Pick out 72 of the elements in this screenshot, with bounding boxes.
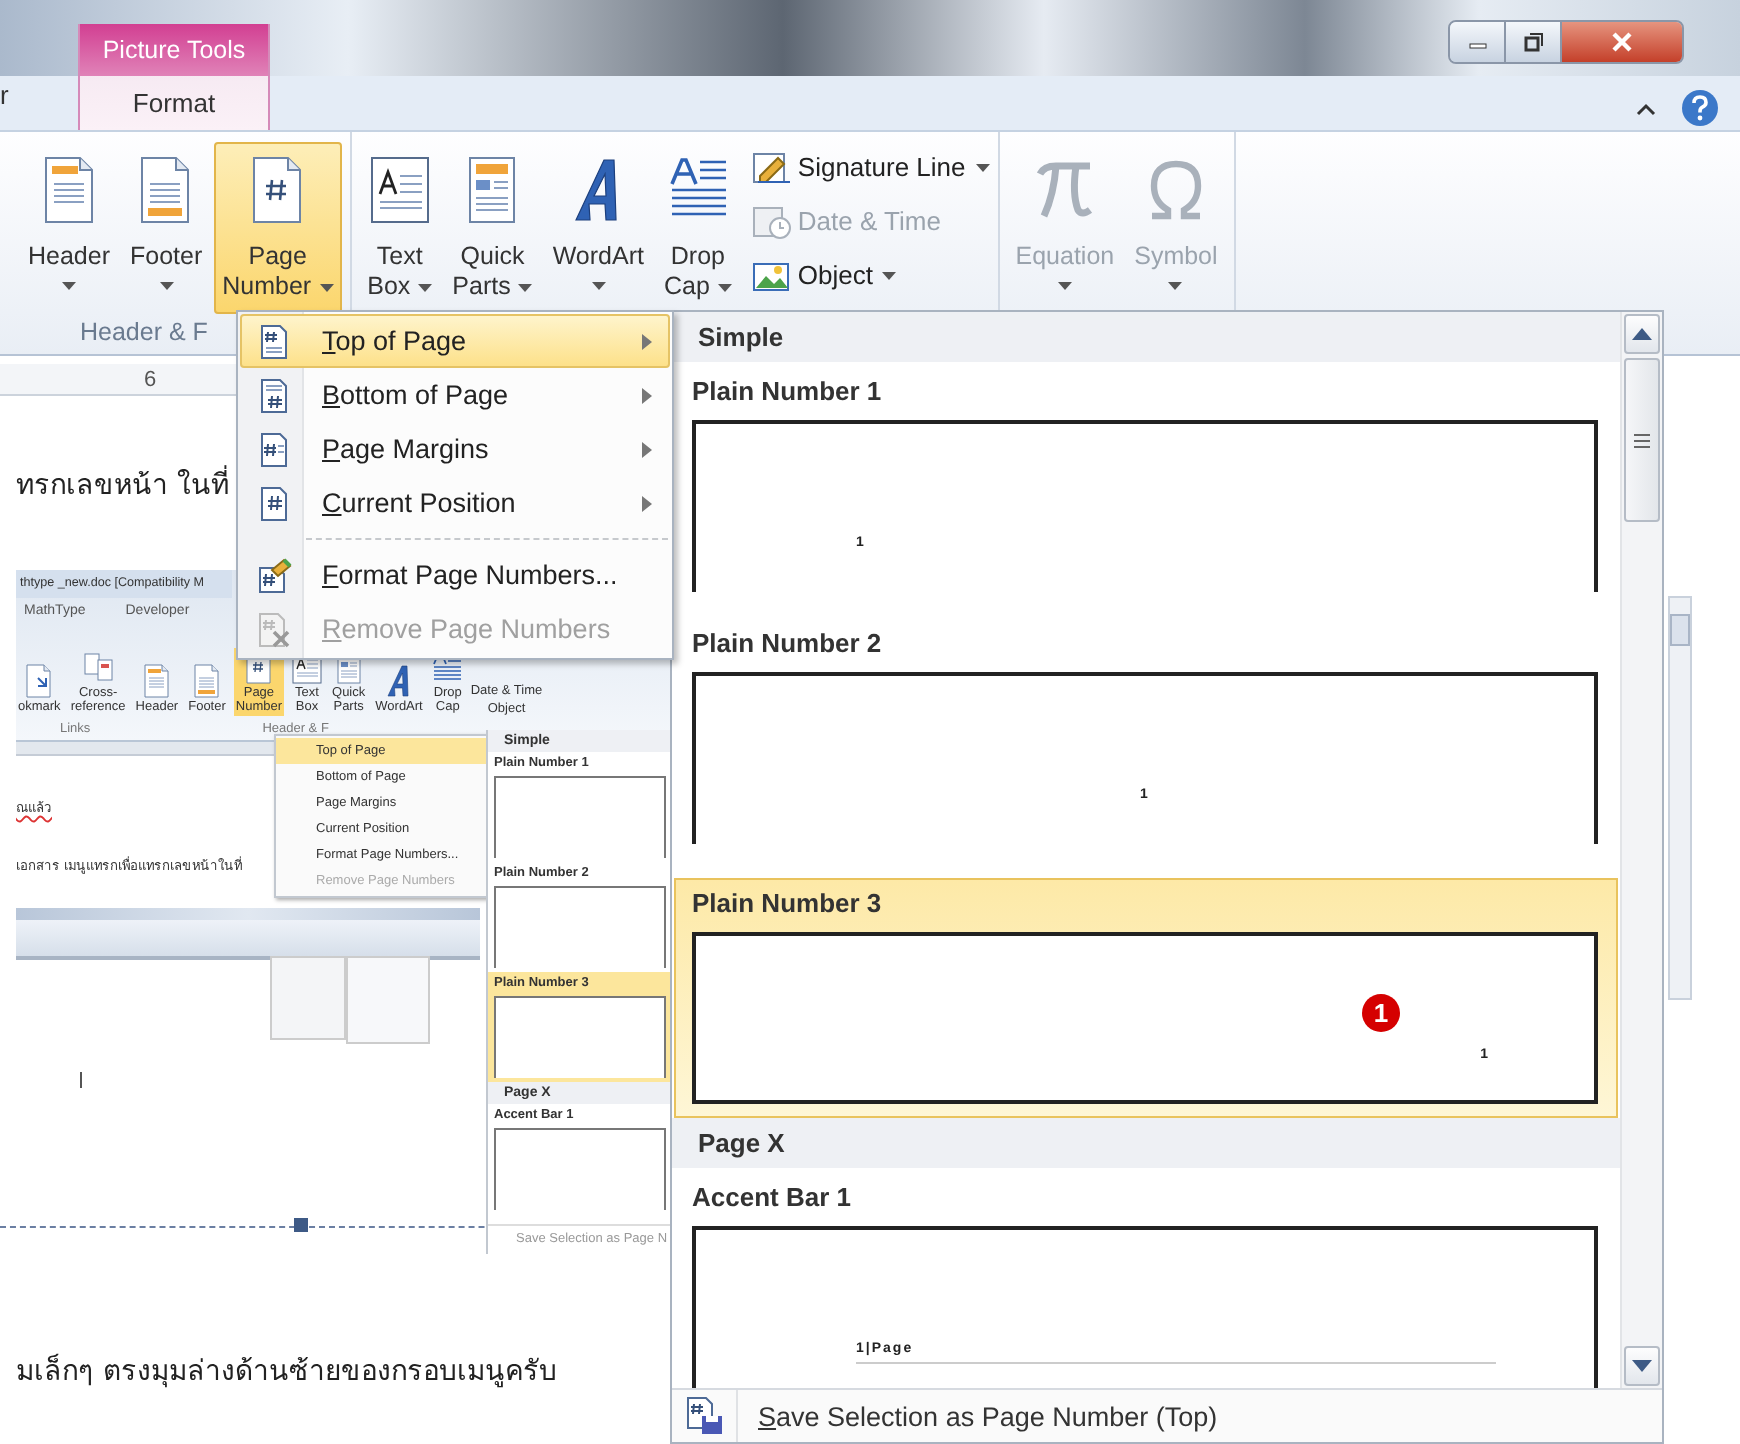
group-label: Header & F	[80, 318, 208, 347]
caret-icon	[518, 283, 533, 291]
menu-item[interactable]: Page Margins	[240, 422, 670, 476]
caret-icon	[1168, 282, 1183, 290]
scroll-up-button[interactable]	[1624, 314, 1660, 354]
menu-item[interactable]: Bottom of Page	[240, 368, 670, 422]
up-arrow-icon	[1632, 328, 1652, 340]
caret-icon	[882, 271, 897, 279]
format-page-number-icon	[256, 557, 292, 593]
calendar-clock-icon	[751, 203, 792, 239]
page-number-icon	[258, 377, 290, 413]
bookmark-icon	[24, 664, 55, 698]
menu-item[interactable]: Format Page Numbers...	[240, 548, 670, 602]
ribbon-button[interactable]: Signature Line	[751, 142, 990, 192]
collapse-ribbon-icon	[1636, 100, 1656, 116]
save-page-number-icon	[684, 1396, 724, 1436]
scrollbar[interactable]	[1668, 596, 1692, 1000]
page-number-icon	[258, 431, 290, 467]
caret-icon	[159, 282, 174, 290]
scroll-down-button[interactable]	[1624, 1346, 1660, 1386]
ribbon-button[interactable]: Object	[751, 250, 990, 300]
cross-reference-icon	[83, 650, 114, 684]
caret-icon	[717, 283, 732, 291]
restore-button[interactable]	[1506, 22, 1562, 62]
ruler: 6	[0, 364, 240, 396]
menu-item[interactable]: Top of Page	[240, 314, 670, 368]
scroll-thumb[interactable]	[1670, 614, 1690, 646]
section-heading: Simple	[672, 312, 1620, 362]
ribbon-button[interactable]: Text Box	[359, 142, 441, 314]
page-number-icon	[258, 323, 290, 359]
section-heading: Page X	[672, 1118, 1620, 1168]
text-cursor	[80, 1072, 82, 1088]
caret-icon	[319, 283, 334, 291]
restore-icon	[1523, 32, 1543, 52]
submenu-arrow-icon	[642, 387, 652, 403]
caret-icon	[591, 282, 606, 290]
close-icon	[1610, 32, 1634, 52]
step-marker: 1	[1362, 994, 1400, 1032]
ribbon-button[interactable]: Footer	[122, 142, 211, 314]
submenu-arrow-icon	[642, 441, 652, 457]
footer-page-icon	[192, 664, 222, 698]
ribbon-tab[interactable]: r	[0, 80, 36, 130]
page-number-icon	[258, 485, 290, 521]
menu-item[interactable]: Current Position	[240, 476, 670, 530]
submenu-arrow-icon	[642, 333, 652, 349]
ribbon-button[interactable]: WordArt	[544, 142, 652, 314]
grip-icon	[1634, 433, 1650, 447]
contextual-group-label: Picture Tools	[80, 24, 268, 76]
ribbon-button[interactable]: Drop Cap	[655, 142, 740, 314]
signature-pen-icon	[751, 149, 792, 185]
header-page-icon	[141, 664, 172, 698]
caret-icon	[1057, 282, 1072, 290]
down-arrow-icon	[1632, 1360, 1652, 1372]
scroll-thumb[interactable]	[1624, 358, 1660, 522]
omega-icon	[1145, 156, 1206, 224]
ribbon-button[interactable]: Header	[20, 142, 118, 314]
body-text: มเล็กๆ ตรงมุมล่างด้านซ้ายของกรอบเมนูครับ	[16, 1351, 557, 1392]
wordart-icon	[384, 664, 414, 698]
anchor-icon	[294, 1218, 308, 1232]
ribbon-button[interactable]: Page Number	[214, 142, 342, 314]
submenu-arrow-icon	[642, 495, 652, 511]
header-page-icon	[39, 156, 99, 224]
body-text: ทรกเลขหน้า ในที่	[16, 462, 229, 506]
caret-icon	[975, 163, 990, 171]
object-image-icon	[751, 257, 792, 293]
ribbon-tab[interactable]: Format	[80, 76, 268, 130]
text-box-icon	[369, 156, 430, 224]
help-icon	[1680, 88, 1720, 128]
close-button[interactable]	[1562, 22, 1682, 62]
caret-icon	[418, 283, 433, 291]
remove-page-number-icon	[256, 611, 292, 647]
caret-icon	[62, 282, 76, 290]
